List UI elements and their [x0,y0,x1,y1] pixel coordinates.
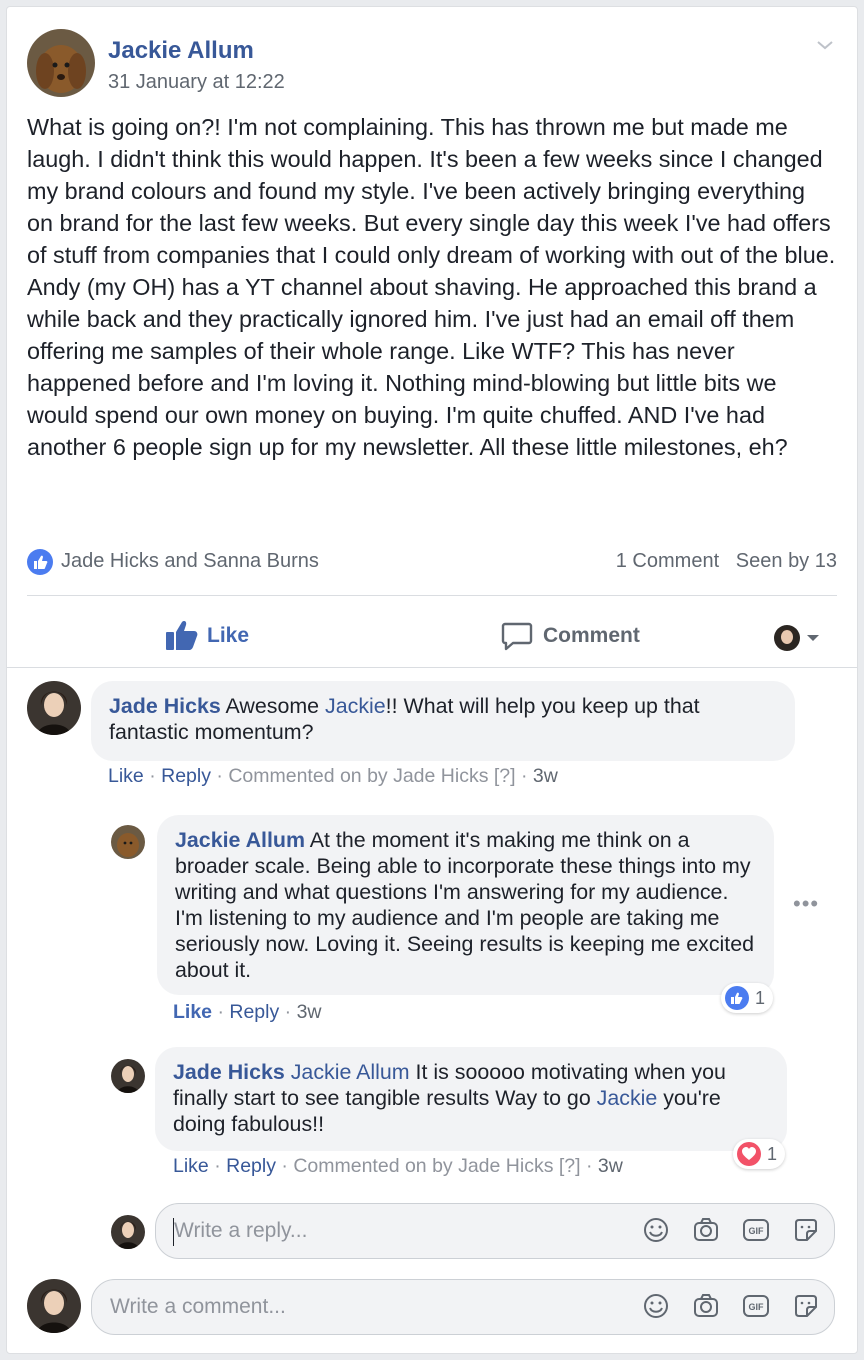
comment-button[interactable]: Comment [501,619,640,653]
reply-like-link[interactable]: Like [173,1001,212,1023]
comment-meta: Like · Reply · Commented on by Jade Hick… [108,765,558,787]
help-link[interactable]: [?] [559,1155,581,1177]
like-label: Like [207,624,250,647]
reply-age[interactable]: 3w [297,1001,322,1023]
replier-avatar[interactable] [111,1059,145,1093]
svg-text:GIF: GIF [749,1302,765,1312]
mention-link[interactable]: Jackie [597,1086,658,1110]
emoji-icon[interactable] [642,1292,670,1320]
comment-author[interactable]: Jade Hicks [109,694,221,718]
comment-count[interactable]: 1 Comment [616,550,719,572]
reply-bubble: Jade Hicks Jackie Allum It is sooooo mot… [155,1047,787,1151]
love-reaction-icon [737,1142,761,1166]
reply-bubble: Jackie Allum At the moment it's making m… [157,815,774,995]
post-author-name[interactable]: Jackie Allum [108,37,254,65]
like-reaction-icon [725,986,749,1010]
camera-icon[interactable] [692,1292,720,1320]
comment-reply-link[interactable]: Reply [161,765,211,787]
reaction-summary[interactable]: 1 [733,1139,786,1169]
current-user-avatar[interactable] [27,1279,81,1333]
comment-placeholder: Write a comment... [110,1295,286,1318]
comments-divider [7,667,857,668]
author-avatar[interactable] [27,29,95,97]
more-options-icon[interactable]: ••• [793,891,819,917]
input-icons: GIF [642,1292,820,1320]
post-header: Jackie Allum 31 January at 12:22 [27,29,837,99]
emoji-icon[interactable] [642,1216,670,1244]
input-icons: GIF [642,1216,820,1244]
comment-label: Comment [543,624,640,647]
comment-text: Awesome [220,694,326,718]
reply-author[interactable]: Jade Hicks [173,1060,285,1084]
gif-icon[interactable]: GIF [742,1216,770,1244]
reply-placeholder: Write a reply... [174,1219,308,1242]
divider [27,595,837,596]
help-link[interactable]: [?] [494,765,516,787]
svg-text:GIF: GIF [749,1226,765,1236]
comment-like-link[interactable]: Like [108,765,144,787]
camera-icon[interactable] [692,1216,720,1244]
reply-input[interactable]: Write a reply... GIF [155,1203,835,1259]
like-button[interactable]: Like [165,619,249,653]
sticker-icon[interactable] [792,1292,820,1320]
reply-meta: Like · Reply · Commented on by Jade Hick… [173,1155,623,1177]
post-stats: Jade Hicks and Sanna Burns 1 Comment See… [27,547,837,577]
commenter-avatar[interactable] [27,681,81,735]
post-timestamp[interactable]: 31 January at 12:22 [108,71,285,94]
comment-icon [501,622,533,651]
reply-author[interactable]: Jackie Allum [175,828,305,852]
chevron-down-icon[interactable] [815,35,835,55]
sticker-icon[interactable] [792,1216,820,1244]
mention-link[interactable]: Jackie Allum [285,1060,410,1084]
stats-right: 1 Comment Seen by 13 [616,550,837,573]
reply-like-link[interactable]: Like [173,1155,209,1177]
commented-on-note: Commented on by Jade Hicks [293,1155,554,1177]
commented-on-note: Commented on by Jade Hicks [228,765,489,787]
replier-avatar[interactable] [111,825,145,859]
post-card: Jackie Allum 31 January at 12:22 What is… [6,6,858,1354]
reply-reply-link[interactable]: Reply [226,1155,276,1177]
reply-reply-link[interactable]: Reply [229,1001,279,1023]
comment-bubble: Jade Hicks Awesome Jackie!! What will he… [91,681,795,761]
seen-by[interactable]: Seen by 13 [736,550,837,572]
reply-meta: Like · Reply · 3w [173,1001,322,1023]
comment-age[interactable]: 3w [533,765,558,787]
commenting-as-selector[interactable] [773,621,825,655]
comment-input[interactable]: Write a comment... GIF [91,1279,835,1335]
reaction-names[interactable]: Jade Hicks and Sanna Burns [61,550,319,573]
thumbs-up-icon [166,621,198,650]
post-actions: Like Comment [27,605,837,667]
reaction-summary[interactable]: 1 [721,983,774,1013]
reaction-count: 1 [767,1143,778,1164]
post-body: What is going on?! I'm not complaining. … [27,114,836,460]
like-badge-icon[interactable] [27,549,53,575]
reply-age[interactable]: 3w [598,1155,623,1177]
reaction-count: 1 [755,987,766,1008]
mention-link[interactable]: Jackie [325,694,386,718]
current-user-avatar[interactable] [111,1215,145,1249]
gif-icon[interactable]: GIF [742,1292,770,1320]
